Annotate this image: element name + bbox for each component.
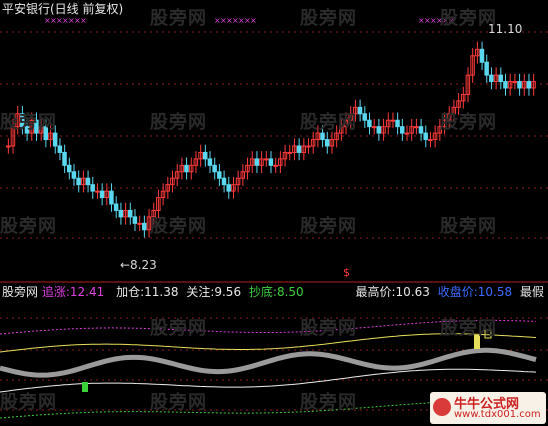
site-logo[interactable]: 牛牛公式网 www.tdx001.com <box>430 392 546 424</box>
watermark: 股旁网 <box>0 216 57 237</box>
candle-body <box>306 145 311 148</box>
candle-body <box>76 177 81 186</box>
candle-body <box>57 145 63 153</box>
watermark: 股旁网 <box>440 216 497 237</box>
watermark: 股旁网 <box>150 8 207 29</box>
candle-body <box>399 126 405 134</box>
candle-body <box>371 126 377 129</box>
max-price-label: 最高价: <box>355 285 396 299</box>
candle-body <box>217 171 222 179</box>
candle-body <box>71 171 77 179</box>
candle-body <box>414 126 419 129</box>
watermark: 股旁网 <box>150 112 207 133</box>
candle-body <box>376 126 382 134</box>
logo-url: www.tdx001.com <box>454 409 541 420</box>
candle-body <box>109 190 114 205</box>
candle-body <box>113 203 119 211</box>
high-price-label: 11.10 <box>488 22 523 36</box>
candle-body <box>320 132 325 141</box>
candle-body <box>526 81 532 89</box>
watermark: 股旁网 <box>300 112 357 133</box>
candle-body <box>118 209 124 218</box>
candle-body <box>273 164 278 167</box>
candle-body <box>99 190 105 199</box>
watermark: 股旁网 <box>0 392 57 413</box>
candle-body <box>390 119 396 122</box>
candle-body <box>287 151 292 154</box>
guanzhu-label: 关注: <box>186 285 215 299</box>
watermark: 股旁网 <box>150 392 207 413</box>
line-price <box>0 347 537 378</box>
candle-body <box>362 113 367 121</box>
guanzhu-value: 9.56 <box>214 285 242 299</box>
candle-body <box>357 106 363 115</box>
jiacang-label: 加仓: <box>116 285 145 299</box>
candle-body <box>428 139 433 142</box>
dollar-marker: $ <box>343 266 350 279</box>
candle-body <box>263 158 269 161</box>
close-price-value: 10.58 <box>477 285 513 299</box>
candle-body <box>498 74 503 83</box>
close-price-label: 收盘价: <box>437 285 478 299</box>
candle-body <box>484 61 489 76</box>
watermark: 股旁网 <box>300 8 357 29</box>
watermark: 股旁网 <box>0 112 57 133</box>
candle-body <box>254 158 260 166</box>
chaodi-value: 8.50 <box>276 285 304 299</box>
line-guanzhu <box>0 368 537 393</box>
candle-body <box>226 184 231 192</box>
candle-body <box>324 139 330 147</box>
candle-body <box>423 132 428 141</box>
candle-body <box>418 126 424 134</box>
watermark: 股旁网 <box>150 216 207 237</box>
candle-body <box>212 164 217 173</box>
candle-body <box>221 177 227 186</box>
watermark: 股旁网 <box>300 392 357 413</box>
indicator-legend: 股旁网 追涨:12.41 加仓:11.38 关注:9.56 抄底:8.50 最高… <box>2 285 544 299</box>
watermark: 股旁网 <box>150 318 207 339</box>
candle-body <box>512 81 518 84</box>
signal-marker: × <box>250 16 257 25</box>
candle-body <box>367 119 372 128</box>
indicator-name: 股旁网 <box>2 285 39 299</box>
jiacang-value: 11.38 <box>144 285 179 299</box>
low-price-label: ←8.23 <box>120 258 157 272</box>
candle-body <box>85 177 91 186</box>
candle-body <box>142 222 147 231</box>
zhuizhang-label: 追涨: <box>41 285 70 299</box>
low-signal-marker <box>82 382 88 392</box>
candle-body <box>137 222 142 225</box>
candle-body <box>517 81 522 89</box>
watermark: 股旁网 <box>440 318 497 339</box>
candle-body <box>395 119 400 128</box>
candle-body <box>90 184 95 192</box>
candle-body <box>66 164 72 173</box>
candle-body <box>479 48 485 63</box>
candle-body <box>268 158 274 166</box>
candle-body <box>184 164 189 173</box>
candle-body <box>132 216 138 224</box>
chart-window: × × × × × × × × × × × × × × × × × × × × $ 股旁网 股旁网 股旁网 股旁网 股旁… <box>0 0 548 426</box>
watermark: 股旁网 <box>440 112 497 133</box>
tail-label: 最假 <box>519 285 544 299</box>
watermark: 股旁网 <box>300 318 357 339</box>
candle-body <box>62 151 67 166</box>
candle-body <box>404 132 410 135</box>
signal-marker: × <box>80 16 87 25</box>
candle-body <box>207 158 213 166</box>
logo-seal-icon <box>433 398 451 416</box>
candle-body <box>127 209 133 218</box>
candle-body <box>95 190 100 193</box>
max-price-value: 10.63 <box>395 285 430 299</box>
candle-body <box>503 81 508 89</box>
candle-body <box>6 145 11 148</box>
zhuizhang-value: 12.41 <box>69 285 105 299</box>
candle-body <box>296 145 302 153</box>
watermark: 股旁网 <box>300 216 357 237</box>
chaodi-label: 抄底: <box>248 285 277 299</box>
candle-body <box>52 132 58 147</box>
chart-title: 平安银行(日线 前复权) <box>2 2 124 16</box>
candle-body <box>489 74 494 83</box>
candle-body <box>202 151 208 160</box>
